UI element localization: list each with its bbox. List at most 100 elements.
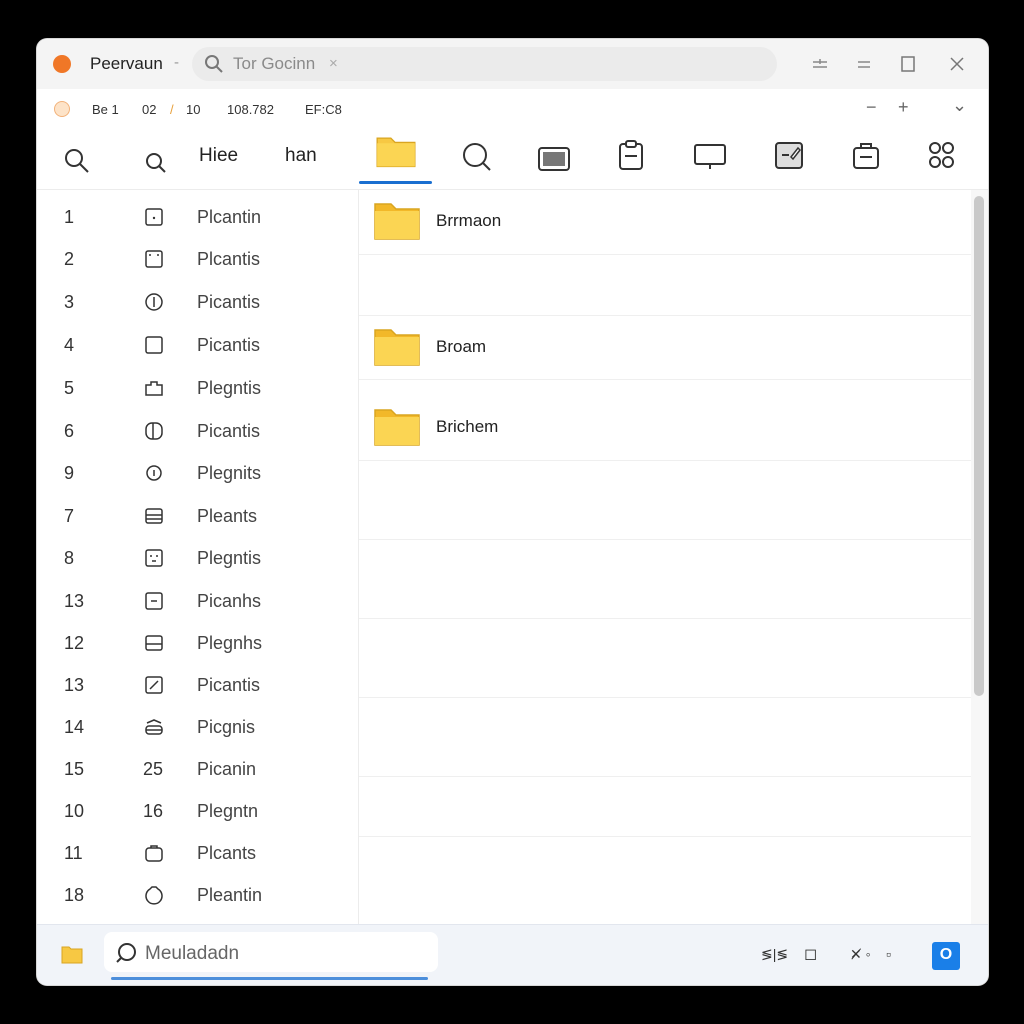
list-item-number: 13 bbox=[64, 591, 85, 611]
window-icon[interactable] bbox=[537, 141, 571, 177]
toolbar-label-hiee[interactable]: Hiee bbox=[199, 145, 238, 167]
window-dots-icon bbox=[145, 250, 163, 268]
bottom-search-field[interactable]: Meuladadn bbox=[104, 932, 438, 972]
clipboard-icon[interactable] bbox=[617, 137, 645, 173]
bottom-search-text: Meuladadn bbox=[145, 943, 240, 964]
minus-box-icon bbox=[145, 592, 163, 610]
folder-name: Brichem bbox=[436, 417, 499, 436]
zoom-in-button[interactable]: + bbox=[898, 97, 909, 118]
list-item-number: 11 bbox=[64, 843, 83, 863]
info-item-2: 02 bbox=[142, 102, 157, 117]
list-item[interactable]: 12 Plegnhs bbox=[37, 623, 358, 665]
close-icon[interactable] bbox=[946, 53, 968, 75]
list-item-label: Plcants bbox=[197, 843, 257, 863]
list-box-icon bbox=[145, 508, 163, 524]
search-clear-icon[interactable]: × bbox=[329, 55, 338, 72]
list-item[interactable]: 8 Plegntis bbox=[37, 538, 358, 580]
list-item[interactable]: 1 Plcantin bbox=[37, 197, 358, 239]
folder-item[interactable]: Brrmaon bbox=[359, 190, 971, 250]
row-divider bbox=[359, 539, 971, 540]
list-item-number: 10 bbox=[64, 801, 85, 821]
chat-search-icon bbox=[116, 943, 136, 963]
list-item-label: Picanhs bbox=[197, 591, 262, 611]
scrollbar-thumb[interactable] bbox=[974, 196, 984, 696]
toolbar: Hiee han bbox=[37, 129, 988, 190]
app-logo-icon bbox=[53, 55, 71, 73]
active-tab-indicator bbox=[359, 181, 432, 184]
folder-name: Brrmaon bbox=[436, 211, 502, 230]
list-item[interactable]: 9 Plegnits bbox=[37, 453, 358, 495]
folder-icon bbox=[374, 329, 420, 366]
bag-icon bbox=[145, 845, 163, 862]
list-item-number: 8 bbox=[64, 548, 75, 568]
search-icon[interactable] bbox=[63, 143, 91, 179]
title-bar: Peervaun - Tor Gocinn × bbox=[37, 39, 988, 89]
list-item-number: 18 bbox=[64, 885, 85, 905]
bar-box-icon bbox=[145, 635, 163, 651]
list-item[interactable]: 13 Picantis bbox=[37, 665, 358, 707]
list-item-label: Picanin bbox=[197, 759, 257, 779]
list-item[interactable]: 10 16 Plegntn bbox=[37, 791, 358, 833]
status-badge[interactable]: O bbox=[932, 942, 960, 970]
sort-toggle-button[interactable]: ≶|≶ bbox=[761, 946, 788, 963]
list-item-number: 6 bbox=[64, 421, 75, 441]
list-item-number: 9 bbox=[64, 463, 75, 483]
folder-item[interactable]: Broam bbox=[359, 316, 971, 376]
list-item-label: Plegntis bbox=[197, 548, 262, 568]
expand-button[interactable]: ⌄ bbox=[952, 95, 967, 116]
vertical-scrollbar[interactable] bbox=[971, 190, 988, 924]
list-item[interactable]: 3 Picantis bbox=[37, 282, 358, 324]
search-small-icon[interactable] bbox=[144, 145, 168, 181]
list-item[interactable]: 13 Picanhs bbox=[37, 581, 358, 623]
magnify-icon[interactable] bbox=[461, 139, 493, 175]
title-search-field[interactable]: Tor Gocinn × bbox=[192, 47, 777, 81]
list-item[interactable]: 14 Picgnis bbox=[37, 707, 358, 749]
list-item[interactable]: 2 Plcantis bbox=[37, 239, 358, 281]
list-item[interactable]: 18 Pleantin bbox=[37, 875, 358, 917]
list-item[interactable]: 6 Picantis bbox=[37, 411, 358, 453]
maximize-icon[interactable] bbox=[897, 53, 919, 75]
folder-icon[interactable] bbox=[61, 944, 83, 964]
circle-tag-icon bbox=[146, 465, 162, 481]
list-item-number: 12 bbox=[64, 633, 85, 653]
toolbar-label-han[interactable]: han bbox=[285, 145, 317, 167]
monitor-icon[interactable] bbox=[693, 139, 727, 175]
list-item-number: 14 bbox=[64, 717, 85, 737]
list-item-label: Pleantin bbox=[197, 885, 263, 905]
tools-button[interactable]: ✕̸ ◦ bbox=[850, 946, 871, 963]
small-box-button[interactable]: ▫ bbox=[886, 946, 891, 962]
minimize-icon[interactable] bbox=[853, 53, 875, 75]
slash-box-icon bbox=[145, 676, 163, 694]
window-title: Peervaun bbox=[90, 54, 163, 73]
info-item-1: Be 1 bbox=[92, 102, 119, 117]
split-icon bbox=[145, 422, 163, 440]
list-item-label: Plcantis bbox=[197, 249, 261, 269]
list-item-label: Picantis bbox=[197, 421, 261, 441]
list-item[interactable]: 11 Plcants bbox=[37, 833, 358, 875]
folder-item[interactable]: Brichem bbox=[359, 396, 971, 456]
list-item-label: Picantis bbox=[197, 292, 261, 312]
row-divider bbox=[359, 460, 971, 461]
circle-icon bbox=[145, 886, 163, 905]
status-badge-label: O bbox=[939, 946, 953, 963]
list-item[interactable]: 5 Plegntis bbox=[37, 368, 358, 410]
edit-icon[interactable] bbox=[773, 137, 805, 173]
view-toggle-button[interactable]: ◻ bbox=[804, 944, 817, 964]
folder-icon bbox=[374, 409, 420, 446]
list-item[interactable]: 7 Pleants bbox=[37, 496, 358, 538]
info-separator: / bbox=[170, 102, 174, 117]
list-item-label: Plegntn bbox=[197, 801, 259, 821]
list-item-number: 7 bbox=[64, 506, 75, 526]
info-item-4: 108.782 bbox=[227, 102, 274, 117]
list-item[interactable]: 4 Picantis bbox=[37, 325, 358, 367]
folder-icon[interactable] bbox=[371, 133, 421, 169]
list-item[interactable]: 15 25 Picanin bbox=[37, 749, 358, 791]
list-item-label: Plcantin bbox=[197, 207, 262, 227]
zoom-out-button[interactable]: − bbox=[866, 97, 877, 118]
list-item-count: 16 bbox=[143, 801, 164, 821]
list-item-number: 4 bbox=[64, 335, 75, 355]
briefcase-icon[interactable] bbox=[851, 137, 881, 173]
face-box-icon bbox=[145, 549, 163, 567]
settings-sliders-icon[interactable] bbox=[809, 53, 831, 75]
apps-icon[interactable] bbox=[927, 137, 957, 173]
